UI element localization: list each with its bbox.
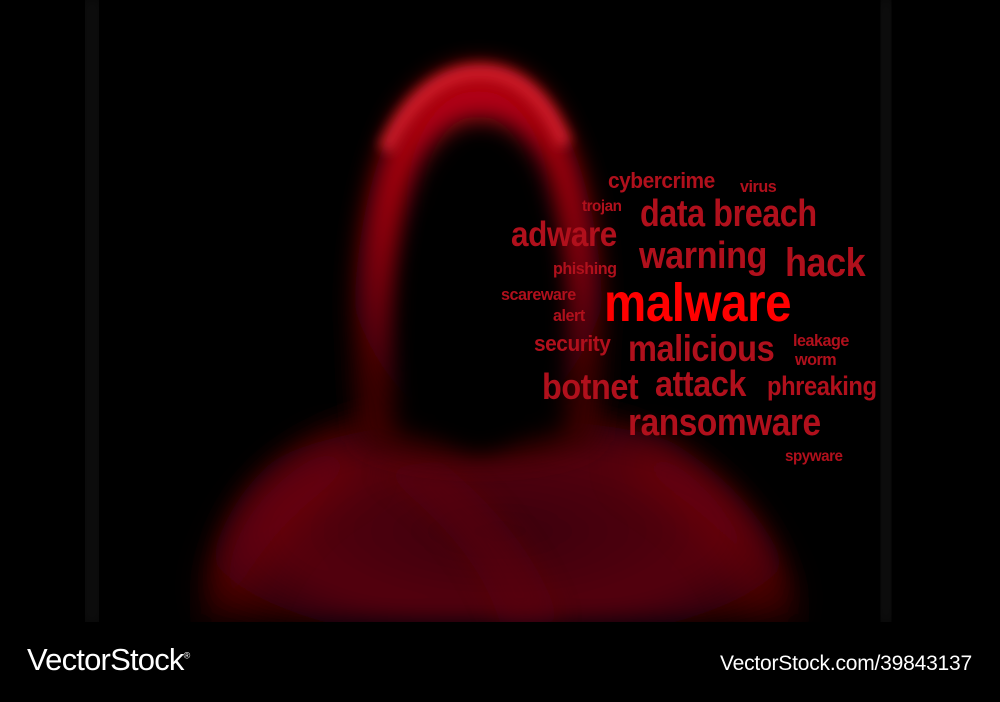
hooded-figure-illustration (85, 0, 892, 622)
word-scareware: scareware (501, 285, 576, 304)
word-alert: alert (553, 306, 585, 325)
word-security: security (534, 331, 611, 356)
word-attack: attack (655, 363, 746, 404)
word-leakage: leakage (793, 331, 849, 350)
right-edge-shadow (880, 0, 892, 622)
word-worm: worm (795, 350, 837, 369)
stock-image-id: VectorStock.com/39843137 (719, 652, 972, 675)
word-botnet: botnet (542, 366, 639, 407)
word-cybercrime: cybercrime (608, 168, 715, 193)
word-warning: warning (639, 235, 767, 277)
vectorstock-logo: VectorStock® (27, 642, 190, 677)
word-data-breach: data breach (640, 193, 817, 235)
word-spyware: spyware (785, 448, 843, 465)
word-phreaking: phreaking (767, 371, 877, 401)
artwork: cybercrime virus trojan data breach adware wa… (0, 0, 1000, 622)
left-edge-shadow (85, 0, 99, 622)
word-ransomware: ransomware (628, 402, 821, 444)
word-malware: malware (604, 273, 792, 333)
word-hack: hack (785, 241, 866, 285)
image-canvas: cybercrime virus trojan data breach adware wa… (0, 0, 1000, 702)
watermark-bar: VectorStock® VectorStock.com/39843137 (0, 622, 1000, 702)
figure-face-void (410, 170, 550, 450)
word-trojan: trojan (582, 198, 622, 215)
word-malicious: malicious (628, 328, 775, 369)
word-adware: adware (511, 215, 617, 254)
